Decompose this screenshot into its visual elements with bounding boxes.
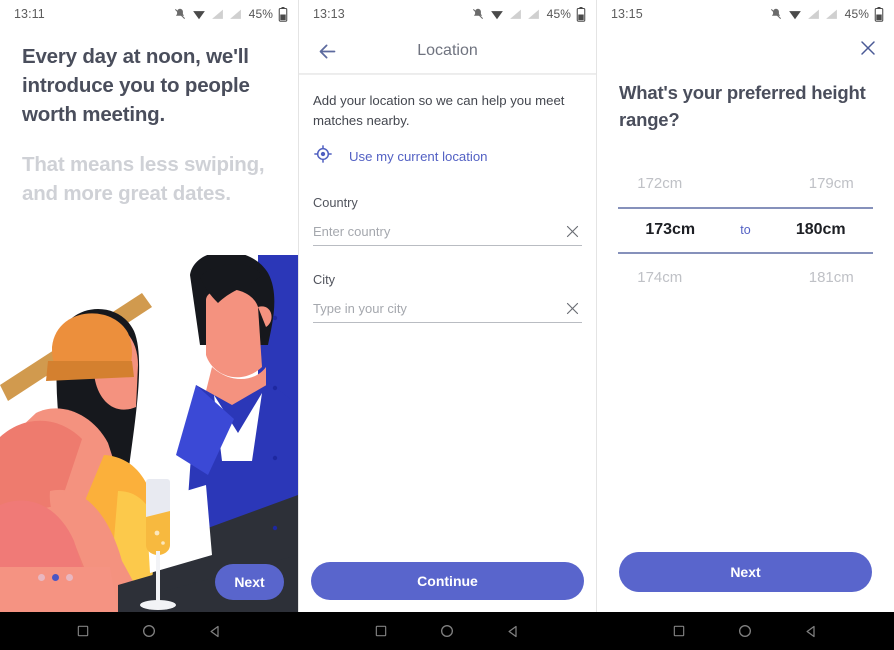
status-bar: 13:11 45% — [0, 0, 298, 28]
gps-crosshair-icon — [313, 144, 333, 169]
continue-button[interactable]: Continue — [311, 562, 584, 600]
form-description: Add your location so we can help you mee… — [313, 91, 582, 130]
signal-icon — [825, 8, 838, 21]
signal-icon — [211, 8, 224, 21]
page-subtitle: That means less swiping, and more great … — [22, 151, 276, 208]
pagination-dot[interactable] — [38, 574, 45, 581]
status-bar: 13:15 45% — [597, 0, 894, 28]
screenshot-root: 13:11 45% Every day at noon, we'll intro… — [0, 0, 894, 612]
picker-separator-label: to — [723, 223, 769, 237]
appbar-divider — [299, 73, 596, 74]
status-clock: 13:11 — [14, 7, 45, 21]
signal-icon — [229, 8, 242, 21]
battery-icon — [874, 7, 884, 22]
picker-min-value[interactable]: 174cm — [597, 269, 723, 286]
picker-min-value-selected[interactable]: 173cm — [618, 221, 723, 239]
status-icons: 45% — [471, 7, 586, 22]
status-clock: 13:15 — [611, 7, 643, 21]
signal-icon — [509, 8, 522, 21]
city-field-label: City — [313, 272, 582, 287]
status-icons: 45% — [173, 7, 288, 22]
page-title: Every day at noon, we'll introduce you t… — [22, 42, 276, 129]
intro-copy: Every day at noon, we'll introduce you t… — [0, 28, 298, 209]
page-title: What's your preferred height range? — [597, 68, 894, 134]
mute-icon — [769, 7, 783, 21]
panel-location-form: 13:13 45% Location Add your location so … — [298, 0, 596, 612]
nav-group — [298, 612, 596, 650]
back-button[interactable] — [182, 612, 248, 650]
panel-height-range: 13:15 45% What's your preferred height r… — [596, 0, 894, 612]
use-current-location-button[interactable]: Use my current location — [313, 144, 582, 169]
recents-button[interactable] — [646, 612, 712, 650]
picker-row[interactable]: 174cm 181cm — [597, 254, 894, 301]
picker-max-value-selected[interactable]: 180cm — [769, 221, 874, 239]
status-clock: 13:13 — [313, 7, 345, 21]
recents-button[interactable] — [50, 612, 116, 650]
back-arrow-icon[interactable] — [307, 31, 347, 71]
signal-icon — [527, 8, 540, 21]
status-icons: 45% — [769, 7, 884, 22]
clear-x-icon[interactable] — [562, 298, 582, 318]
app-bar: Location — [299, 28, 596, 75]
signal-icon — [807, 8, 820, 21]
battery-icon — [576, 7, 586, 22]
nav-group — [0, 612, 298, 650]
wifi-icon — [788, 7, 802, 21]
wifi-icon — [192, 7, 206, 21]
picker-min-value[interactable]: 172cm — [597, 175, 723, 192]
mute-icon — [471, 7, 485, 21]
recents-button[interactable] — [348, 612, 414, 650]
country-input[interactable] — [313, 222, 562, 241]
battery-icon — [278, 7, 288, 22]
wifi-icon — [490, 7, 504, 21]
pagination-dot[interactable] — [66, 574, 73, 581]
status-bar: 13:13 45% — [299, 0, 596, 28]
dialog-top-bar — [597, 28, 894, 68]
battery-percent: 45% — [249, 7, 273, 21]
height-range-picker[interactable]: 172cm 179cm 173cm to 180cm 174cm 181cm — [597, 160, 894, 301]
picker-row[interactable]: 172cm 179cm — [597, 160, 894, 207]
pagination-dots[interactable] — [38, 574, 73, 581]
battery-percent: 45% — [845, 7, 869, 21]
city-input[interactable] — [313, 299, 562, 318]
next-button[interactable]: Next — [215, 564, 284, 600]
android-navigation-bar — [0, 612, 894, 650]
location-form-body: Add your location so we can help you mee… — [299, 75, 596, 323]
home-button[interactable] — [116, 612, 182, 650]
battery-percent: 45% — [547, 7, 571, 21]
panel-onboarding-intro: 13:11 45% Every day at noon, we'll intro… — [0, 0, 298, 612]
back-button[interactable] — [778, 612, 844, 650]
country-field-label: Country — [313, 195, 582, 210]
nav-group — [596, 612, 894, 650]
next-button[interactable]: Next — [619, 552, 872, 592]
home-button[interactable] — [414, 612, 480, 650]
city-field[interactable] — [313, 298, 582, 323]
country-field[interactable] — [313, 221, 582, 246]
picker-row-selected[interactable]: 173cm to 180cm — [618, 207, 873, 254]
home-button[interactable] — [712, 612, 778, 650]
picker-max-value[interactable]: 181cm — [769, 269, 894, 286]
back-button[interactable] — [480, 612, 546, 650]
couple-toasting-illustration — [0, 255, 298, 612]
use-current-location-label: Use my current location — [349, 149, 488, 164]
mute-icon — [173, 7, 187, 21]
close-x-icon[interactable] — [854, 34, 882, 62]
picker-max-value[interactable]: 179cm — [769, 175, 894, 192]
clear-x-icon[interactable] — [562, 221, 582, 241]
pagination-dot-active[interactable] — [52, 574, 59, 581]
